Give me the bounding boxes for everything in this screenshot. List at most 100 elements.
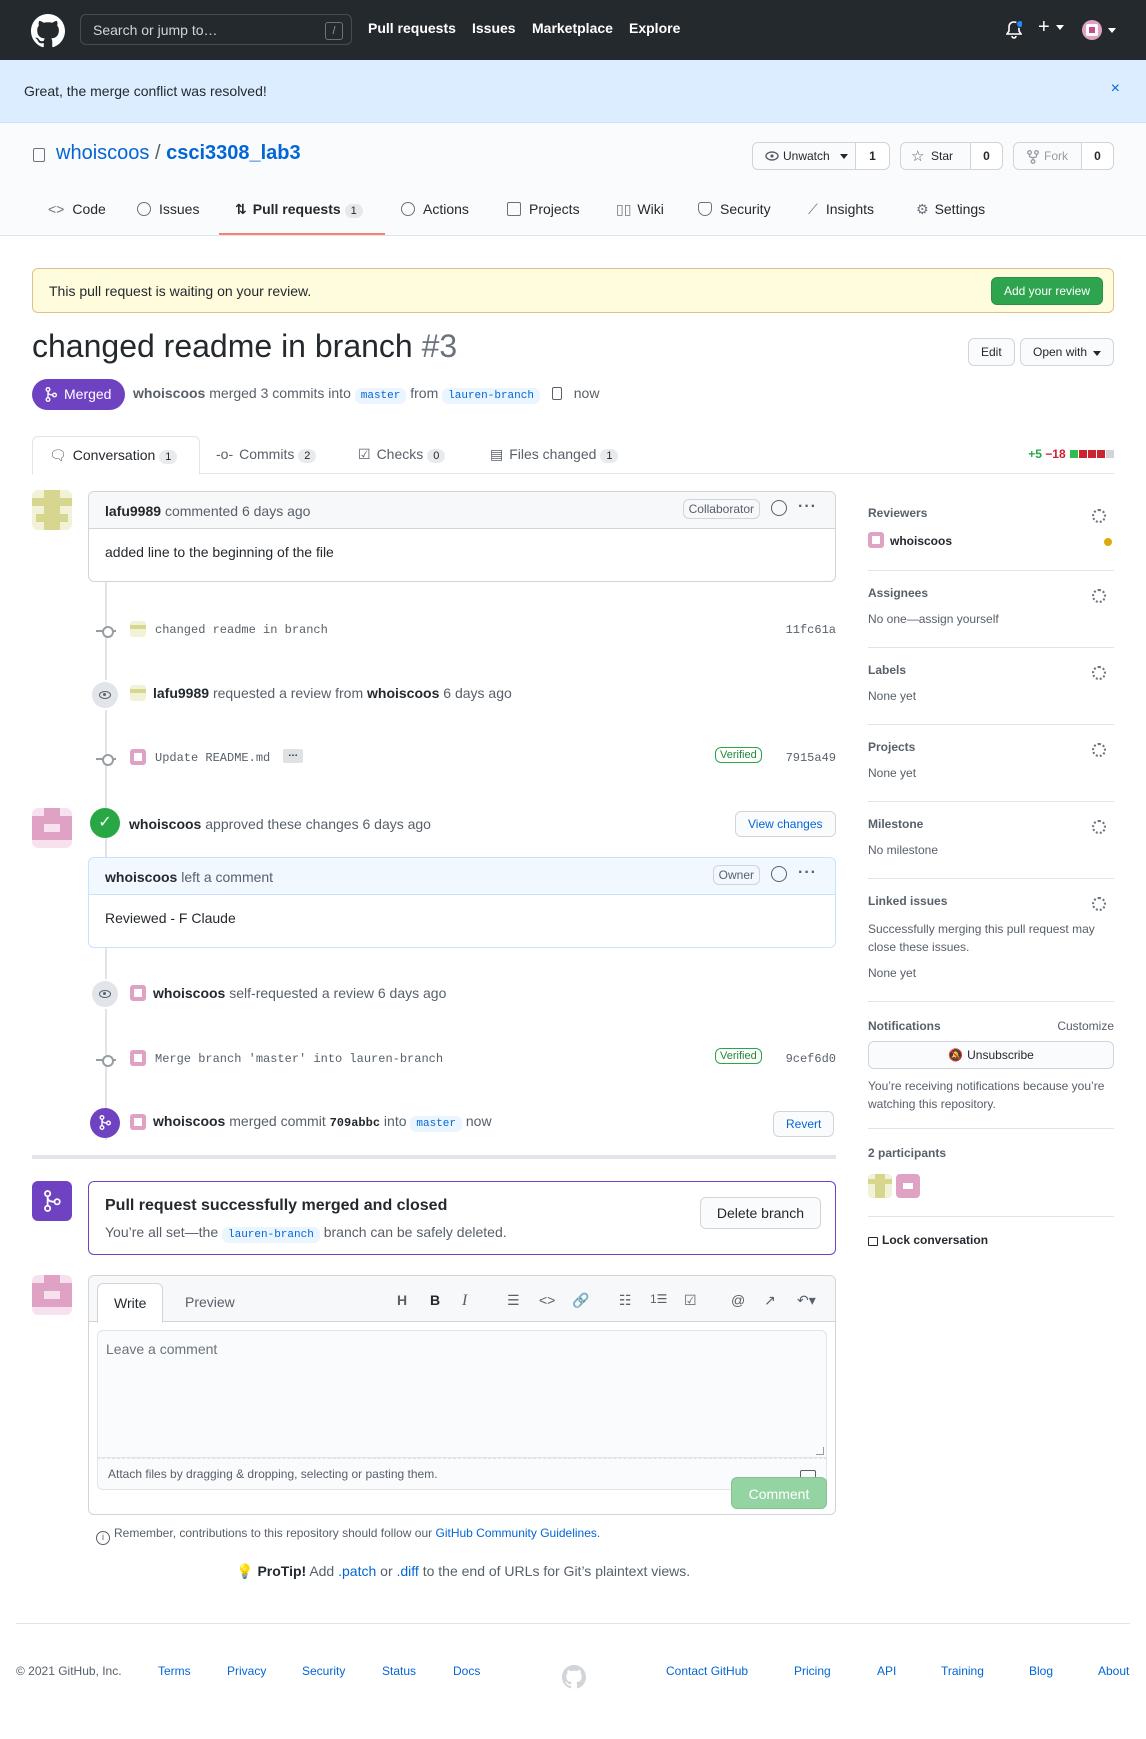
footer-link-about[interactable]: About — [1098, 1664, 1129, 1678]
avatar-whoiscoos[interactable] — [32, 808, 72, 848]
bullet-list-icon[interactable]: ☷ — [619, 1292, 632, 1309]
github-mark-icon[interactable] — [562, 1665, 586, 1689]
smiley-icon[interactable] — [771, 866, 787, 882]
link-icon[interactable]: 🔗 — [572, 1292, 589, 1309]
gear-icon[interactable] — [1092, 666, 1106, 680]
footer-link-pricing[interactable]: Pricing — [794, 1664, 831, 1678]
close-icon[interactable]: × — [1111, 80, 1120, 98]
fork-button[interactable]: Fork — [1014, 143, 1082, 169]
tab-files-changed[interactable]: ▤ Files changed 1 — [474, 436, 634, 474]
gear-icon[interactable] — [1092, 897, 1106, 911]
star-count[interactable]: 0 — [971, 143, 1002, 169]
projects-heading[interactable]: Projects — [868, 740, 1114, 754]
footer-link-blog[interactable]: Blog — [1029, 1664, 1053, 1678]
milestone-heading[interactable]: Milestone — [868, 817, 1114, 831]
smiley-icon[interactable] — [771, 500, 787, 516]
avatar-small[interactable] — [130, 1050, 146, 1066]
italic-icon[interactable]: I — [462, 1292, 467, 1310]
tab-wiki[interactable]: ▯▯ Wiki — [616, 201, 664, 218]
avatar-small[interactable] — [130, 1114, 146, 1130]
gear-icon[interactable] — [1092, 743, 1106, 757]
notification-bell-icon[interactable] — [1006, 21, 1022, 39]
reviewer-item[interactable]: whoiscoos — [868, 532, 1114, 548]
nav-issues[interactable]: Issues — [472, 20, 516, 36]
nav-pull-requests[interactable]: Pull requests — [368, 20, 456, 36]
participant-avatar[interactable] — [868, 1174, 892, 1198]
mention-icon[interactable]: @ — [731, 1292, 745, 1308]
assignees-heading[interactable]: Assignees — [868, 586, 1114, 600]
footer-link-docs[interactable]: Docs — [453, 1664, 480, 1678]
bold-icon[interactable]: B — [430, 1292, 440, 1308]
kebab-menu-icon[interactable]: ··· — [798, 864, 817, 882]
tab-write[interactable]: Write — [97, 1283, 164, 1323]
participant-avatar[interactable] — [896, 1174, 920, 1198]
diff-stats[interactable]: +5 −18 — [1028, 447, 1114, 461]
view-changes-button[interactable]: View changes — [735, 811, 836, 837]
attach-files-area[interactable]: Attach files by dragging & dropping, sel… — [97, 1458, 827, 1490]
user-avatar[interactable] — [1082, 20, 1102, 40]
tab-projects[interactable]: Projects — [507, 201, 580, 217]
quote-icon[interactable]: ☰ — [507, 1292, 520, 1309]
diff-link[interactable]: .diff — [397, 1563, 419, 1579]
cross-reference-icon[interactable]: ↗ — [764, 1292, 776, 1309]
github-logo-icon[interactable] — [31, 14, 65, 48]
tab-commits[interactable]: -o- Commits 2 — [200, 436, 332, 474]
head-branch[interactable]: lauren-branch — [222, 1227, 320, 1243]
tab-conversation[interactable]: 🗨 Conversation 1 — [32, 436, 200, 475]
repo-name-link[interactable]: csci3308_lab3 — [166, 142, 301, 164]
tab-pull-requests[interactable]: ⇅ Pull requests 1 — [235, 201, 363, 218]
delete-branch-button[interactable]: Delete branch — [699, 1197, 821, 1229]
tab-checks[interactable]: ☑ Checks 0 — [342, 436, 461, 474]
footer-link-api[interactable]: API — [877, 1664, 896, 1678]
commit-sha[interactable]: 7915a49 — [786, 751, 836, 765]
footer-link-privacy[interactable]: Privacy — [227, 1664, 266, 1678]
commit-message[interactable]: Update README.md — [155, 751, 270, 765]
add-review-button[interactable]: Add your review — [990, 277, 1103, 305]
numbered-list-icon[interactable]: 1☰ — [650, 1292, 667, 1306]
nav-explore[interactable]: Explore — [629, 20, 680, 36]
gear-icon[interactable] — [1092, 509, 1106, 523]
reviewers-heading[interactable]: Reviewers — [868, 506, 1114, 520]
revert-button[interactable]: Revert — [773, 1111, 835, 1137]
gear-icon[interactable] — [1092, 589, 1106, 603]
unsubscribe-button[interactable]: 🔕 Unsubscribe — [868, 1041, 1114, 1069]
repo-owner-link[interactable]: whoiscoos — [56, 142, 149, 164]
commit-message[interactable]: Merge branch 'master' into lauren-branch — [155, 1052, 443, 1066]
tab-settings[interactable]: ⚙ Settings — [916, 201, 985, 218]
patch-link[interactable]: .patch — [338, 1563, 376, 1579]
base-branch[interactable]: master — [410, 1116, 462, 1132]
edit-title-button[interactable]: Edit — [968, 338, 1015, 366]
head-branch[interactable]: lauren-branch — [442, 388, 540, 404]
avatar-small[interactable] — [130, 621, 146, 637]
kebab-menu-icon[interactable]: ··· — [798, 498, 817, 516]
fork-count[interactable]: 0 — [1082, 143, 1113, 169]
comment-textarea[interactable]: Leave a comment — [97, 1330, 827, 1458]
commit-message[interactable]: changed readme in branch — [155, 623, 328, 637]
resize-handle-icon[interactable] — [816, 1447, 824, 1455]
create-new-icon[interactable]: + — [1038, 16, 1050, 39]
tab-actions[interactable]: Actions — [401, 201, 469, 217]
open-with-button[interactable]: Open with — [1020, 338, 1114, 366]
code-icon[interactable]: <> — [539, 1292, 555, 1308]
footer-link-training[interactable]: Training — [941, 1664, 984, 1678]
commit-sha[interactable]: 9cef6d0 — [786, 1052, 836, 1066]
watch-count[interactable]: 1 — [856, 143, 889, 169]
assignees-value[interactable]: No one—assign yourself — [868, 612, 1114, 626]
avatar-whoiscoos[interactable] — [32, 1275, 72, 1315]
copy-icon[interactable] — [551, 387, 562, 400]
search-input[interactable]: Search or jump to… / — [80, 14, 352, 45]
pr-author-link[interactable]: whoiscoos — [133, 385, 205, 401]
lock-conversation-link[interactable]: Lock conversation — [868, 1233, 1114, 1247]
verified-badge[interactable]: Verified — [715, 1048, 762, 1064]
reply-icon[interactable]: ↶▾ — [797, 1292, 816, 1309]
tab-preview[interactable]: Preview — [169, 1283, 251, 1323]
tab-code[interactable]: <> Code — [48, 201, 106, 217]
tab-insights[interactable]: ⟋ Insights — [808, 201, 874, 218]
community-guidelines-link[interactable]: GitHub Community Guidelines — [436, 1526, 597, 1540]
footer-link-terms[interactable]: Terms — [158, 1664, 191, 1678]
avatar-lafu9989[interactable] — [32, 490, 72, 530]
nav-marketplace[interactable]: Marketplace — [532, 20, 613, 36]
avatar-small[interactable] — [130, 749, 146, 765]
avatar-small[interactable] — [130, 985, 146, 1001]
labels-heading[interactable]: Labels — [868, 663, 1114, 677]
